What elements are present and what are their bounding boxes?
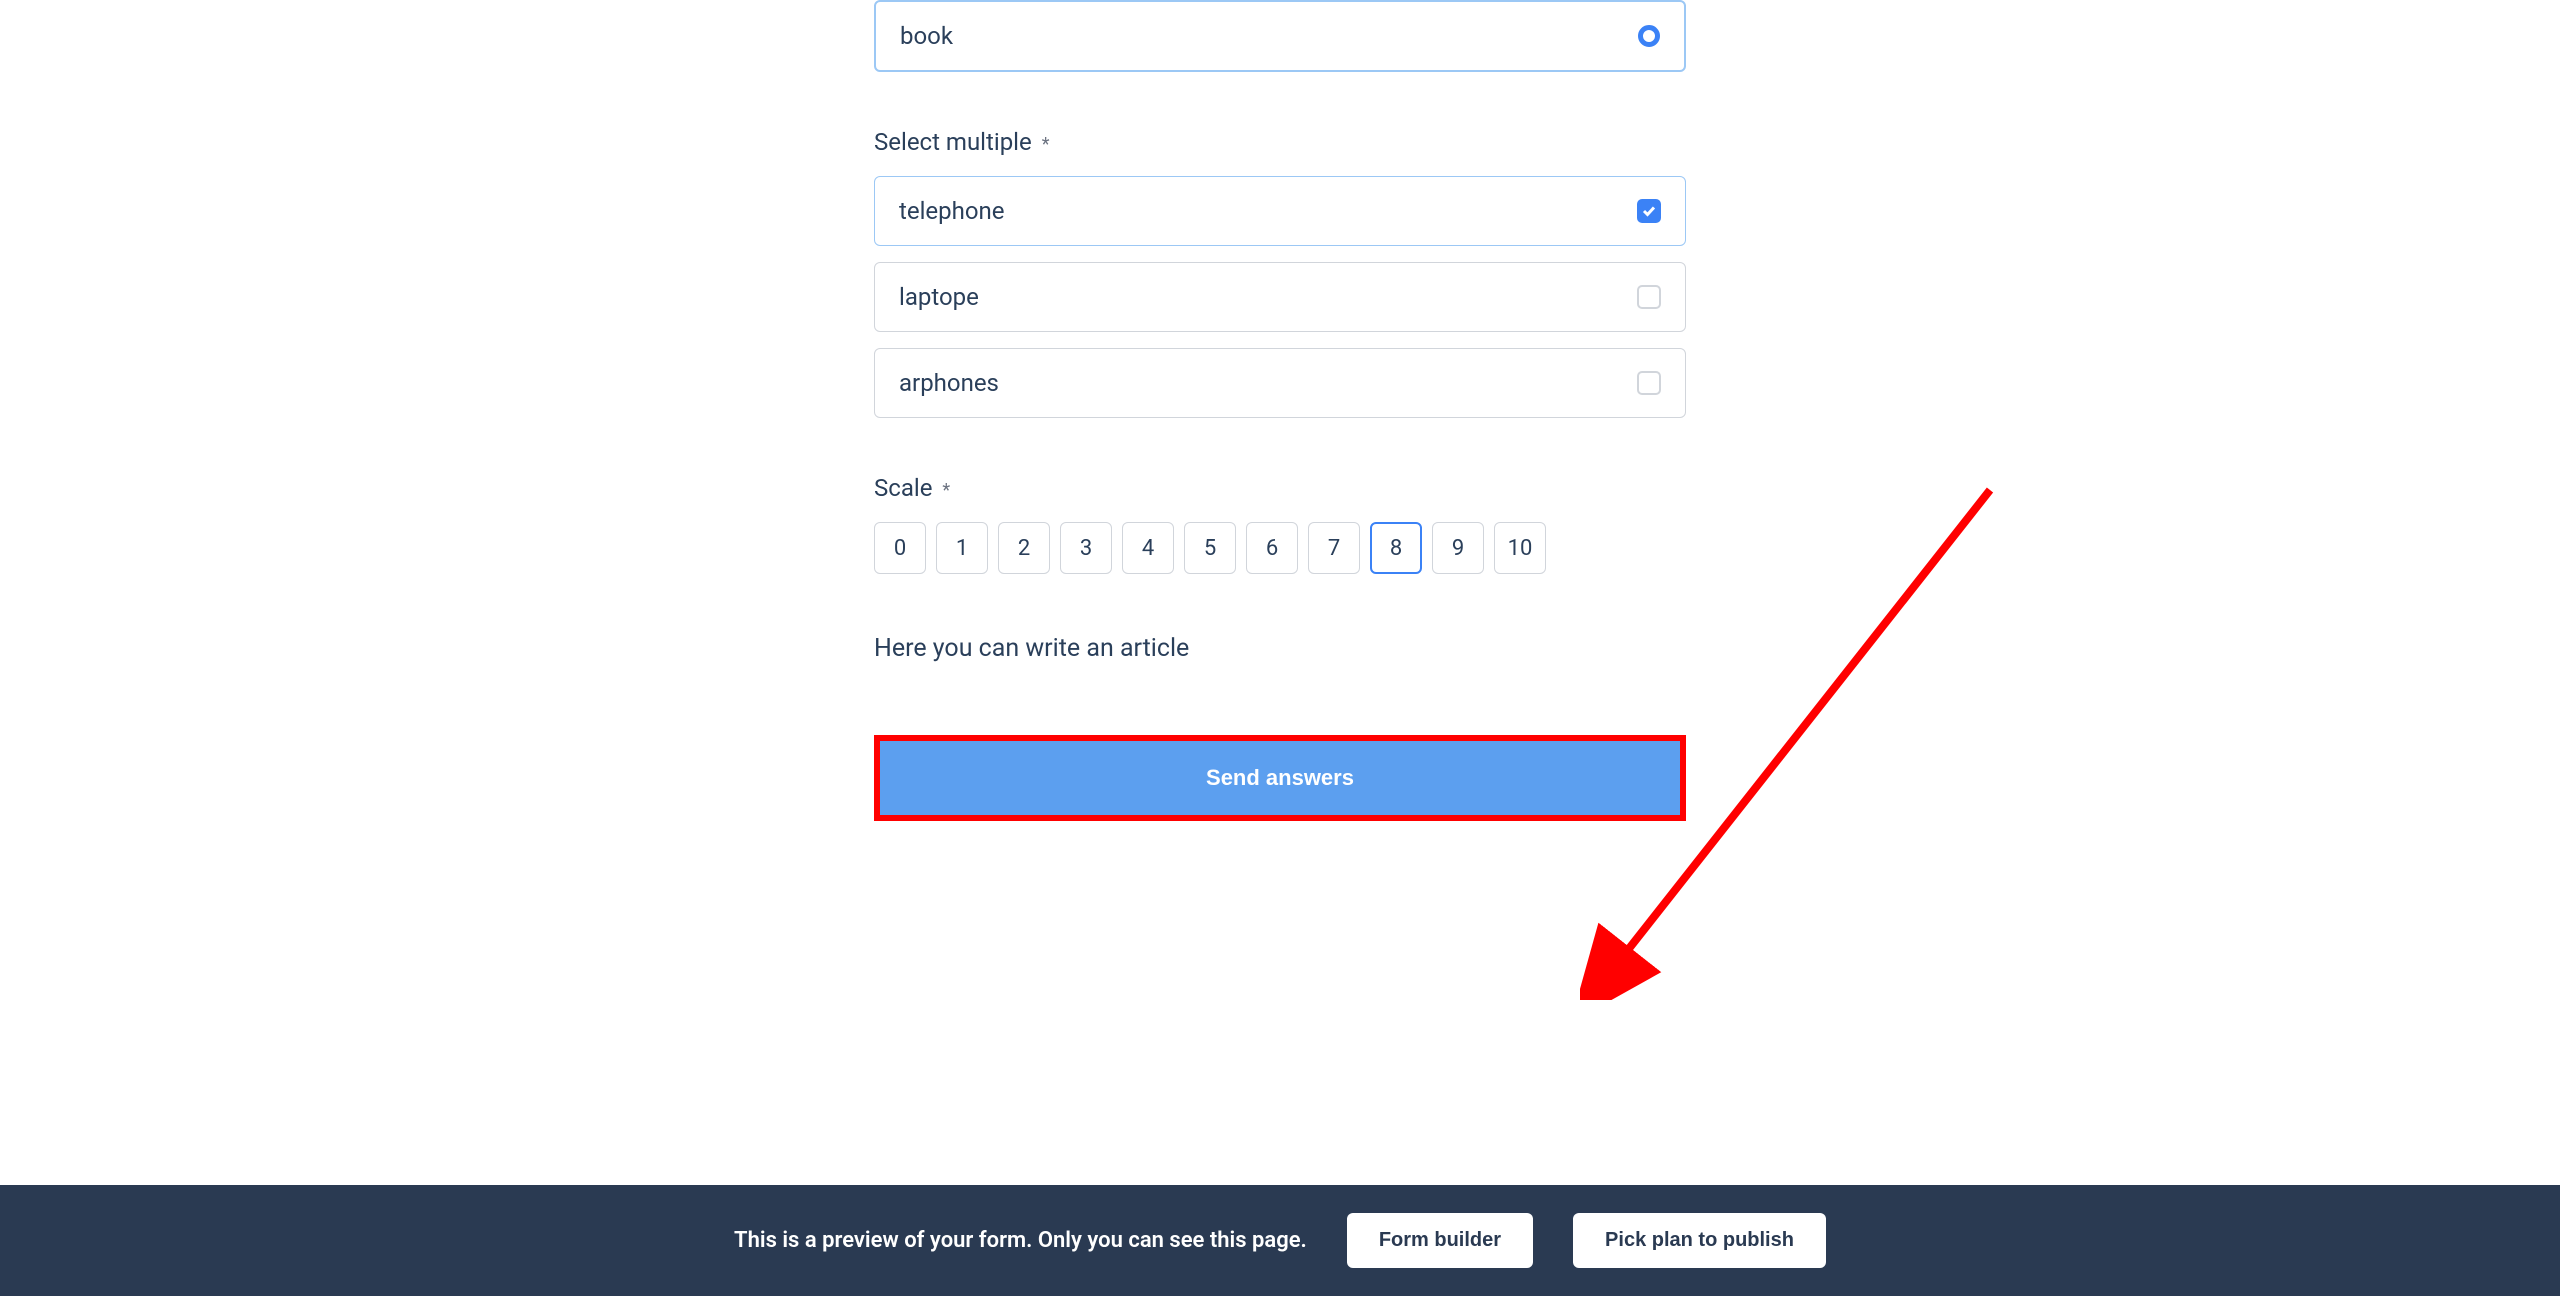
scale-label: Scale * xyxy=(874,474,1686,502)
scale-item-9[interactable]: 9 xyxy=(1432,522,1484,574)
checkbox-checked-icon xyxy=(1637,199,1661,223)
radio-option-label: book xyxy=(900,22,953,50)
scale-item-3[interactable]: 3 xyxy=(1060,522,1112,574)
form-builder-button[interactable]: Form builder xyxy=(1347,1213,1533,1268)
radio-option-book[interactable]: book xyxy=(874,0,1686,72)
scale-container: 0 1 2 3 4 5 6 7 8 9 10 xyxy=(874,522,1686,574)
preview-footer-text: This is a preview of your form. Only you… xyxy=(734,1228,1307,1253)
scale-item-4[interactable]: 4 xyxy=(1122,522,1174,574)
required-indicator: * xyxy=(1042,134,1050,155)
scale-item-5[interactable]: 5 xyxy=(1184,522,1236,574)
pick-plan-button[interactable]: Pick plan to publish xyxy=(1573,1213,1826,1268)
scale-item-7[interactable]: 7 xyxy=(1308,522,1360,574)
scale-item-0[interactable]: 0 xyxy=(874,522,926,574)
multi-select-label: Select multiple * xyxy=(874,128,1686,156)
checkbox-unchecked-icon xyxy=(1637,371,1661,395)
scale-item-8[interactable]: 8 xyxy=(1370,522,1422,574)
checkbox-label: laptope xyxy=(899,283,979,311)
scale-item-6[interactable]: 6 xyxy=(1246,522,1298,574)
send-button-highlight: Send answers xyxy=(874,735,1686,821)
radio-selected-icon xyxy=(1638,25,1660,47)
article-text: Here you can write an article xyxy=(874,634,1686,663)
checkbox-unchecked-icon xyxy=(1637,285,1661,309)
send-answers-button[interactable]: Send answers xyxy=(880,741,1680,815)
scale-item-10[interactable]: 10 xyxy=(1494,522,1546,574)
required-indicator: * xyxy=(942,480,950,501)
scale-label-text: Scale xyxy=(874,474,932,502)
multi-select-label-text: Select multiple xyxy=(874,128,1032,156)
scale-item-1[interactable]: 1 xyxy=(936,522,988,574)
checkbox-option-arphones[interactable]: arphones xyxy=(874,348,1686,418)
checkbox-option-laptope[interactable]: laptope xyxy=(874,262,1686,332)
checkbox-label: telephone xyxy=(899,197,1005,225)
scale-item-2[interactable]: 2 xyxy=(998,522,1050,574)
checkbox-option-telephone[interactable]: telephone xyxy=(874,176,1686,246)
checkbox-label: arphones xyxy=(899,369,999,397)
preview-footer-bar: This is a preview of your form. Only you… xyxy=(0,1185,2560,1296)
